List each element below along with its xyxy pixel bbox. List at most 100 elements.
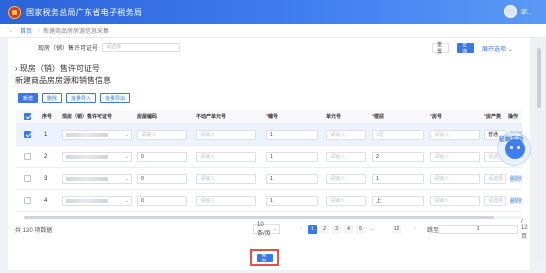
building-input[interactable]: 1 xyxy=(266,173,318,184)
room-input[interactable]: 请输入 xyxy=(430,129,480,140)
unit-input[interactable]: 请输入 xyxy=(326,173,366,184)
house-info-table: 序号 现房（销）售许可证号 房屋编码 不动产单元号 * 幢号 单元号 * 楼层 * 房… xyxy=(16,110,522,212)
house-code-input[interactable]: 0 xyxy=(137,173,187,184)
assistant-eye xyxy=(517,146,520,149)
search-label: 现房（销）售许可证号 xyxy=(38,46,99,52)
type-select[interactable]: 请选择 xyxy=(484,173,506,184)
unit-no-input[interactable]: 请输入 xyxy=(196,195,256,206)
chevron-down-icon: ⌄ xyxy=(124,197,129,204)
chevron-right-icon[interactable]: › xyxy=(15,64,18,73)
table-toolbar: 新增 删除 批量导入 批量导出 xyxy=(18,93,131,103)
license-value-redacted xyxy=(66,154,108,159)
scrollbar-thumb[interactable] xyxy=(537,48,541,108)
expand-options-link[interactable]: 展开选项 ⌄ xyxy=(482,44,513,53)
tax-emblem-logo xyxy=(8,5,21,19)
page-vertical-scrollbar[interactable] xyxy=(537,40,541,260)
reset-button[interactable]: 重置 xyxy=(432,42,449,55)
row-index: 3 xyxy=(44,175,48,182)
unit-input[interactable]: 请输入 xyxy=(326,195,366,206)
delete-button[interactable]: 删除 xyxy=(42,93,63,103)
row-checkbox[interactable] xyxy=(24,131,31,138)
prev-page-icon[interactable]: ‹ xyxy=(300,226,302,232)
chevron-down-icon: ⌄ xyxy=(272,226,277,232)
room-input[interactable]: 请输入 xyxy=(430,195,480,206)
unit-no-input[interactable]: 请输入 xyxy=(196,129,256,140)
table-horizontal-scrollbar[interactable] xyxy=(24,216,522,219)
floor-input[interactable]: 1层 xyxy=(372,129,424,140)
page-1[interactable]: 1 xyxy=(308,224,317,234)
select-all-checkbox[interactable] xyxy=(24,113,31,120)
row-index: 4 xyxy=(44,197,48,204)
row-checkbox[interactable] xyxy=(24,153,31,160)
table-row: 2 ⌄ 0 请输入 1 请输入 2 请输入 请选择 删除 xyxy=(16,146,522,168)
header-checkbox-cell[interactable] xyxy=(24,110,31,123)
page-ellipsis[interactable]: … xyxy=(368,225,377,234)
unit-no-input[interactable]: 请输入 xyxy=(196,151,256,162)
floor-input[interactable]: 1 xyxy=(372,173,424,184)
building-input[interactable]: 1 xyxy=(266,129,318,140)
page-size-select[interactable]: 10 条/页 ⌄ xyxy=(253,222,280,237)
search-row: 现房（销）售许可证号 请选择 xyxy=(38,43,181,52)
license-value-redacted xyxy=(66,176,108,181)
house-code-input[interactable]: 0 xyxy=(137,151,187,162)
user-menu[interactable]: 邵... xyxy=(503,5,532,18)
license-value-redacted xyxy=(66,132,108,137)
back-arrow-icon[interactable]: ← xyxy=(8,28,14,34)
table-row: 4 ⌄ 0 请输入 1 请输入 上 请输入 请选择 删除 xyxy=(16,190,522,212)
table-row: 3 ⌄ 0 请输入 1 请输入 1 请输入 请选择 删除 xyxy=(16,168,522,190)
row-delete-link[interactable]: 删除 xyxy=(510,168,522,189)
floor-input[interactable]: 上 xyxy=(372,195,424,206)
unit-input[interactable]: 请输入 xyxy=(326,151,366,162)
batch-export-button[interactable]: 批量导出 xyxy=(100,93,131,103)
next-page-icon[interactable]: › xyxy=(414,226,416,232)
add-button[interactable]: 新增 xyxy=(18,93,39,103)
jump-page-input[interactable]: 1 xyxy=(438,224,518,234)
building-input[interactable]: 1 xyxy=(266,195,318,206)
license-select[interactable]: 请选择 xyxy=(102,43,181,52)
col-house-code: 房屋编码 xyxy=(137,114,158,120)
row-checkbox[interactable] xyxy=(24,197,31,204)
row-delete-link[interactable]: 删除 xyxy=(510,190,522,211)
assistant-face xyxy=(505,139,525,159)
col-unit: 单元号 xyxy=(326,114,342,120)
total-pages: / 12 页 xyxy=(521,218,528,240)
avatar[interactable] xyxy=(503,5,517,18)
unit-input[interactable]: 请输入 xyxy=(326,129,366,140)
col-floor: * 楼层 xyxy=(372,113,384,121)
license-select[interactable]: ⌄ xyxy=(62,173,132,184)
type-select[interactable]: 请选择 xyxy=(484,195,506,206)
row-checkbox[interactable] xyxy=(24,175,31,182)
building-input[interactable]: 1 xyxy=(266,151,318,162)
house-code-input[interactable]: 请输入 xyxy=(137,129,187,140)
col-license: 现房（销）售许可证号 xyxy=(62,114,113,120)
page-5[interactable]: 5 xyxy=(356,224,365,234)
assistant-float-icon[interactable]: 征纳互动 xyxy=(497,132,531,166)
col-building: * 幢号 xyxy=(266,113,278,121)
col-type: * 房产类 xyxy=(484,113,501,121)
col-op: 操作 xyxy=(508,114,519,120)
col-index: 序号 xyxy=(42,114,53,120)
house-code-input[interactable]: 0 xyxy=(137,195,187,206)
submit-highlight: 提交 xyxy=(250,249,279,266)
scrollbar-thumb[interactable] xyxy=(24,216,494,219)
license-select[interactable]: ⌄ xyxy=(62,151,132,162)
col-unit-no: 不动产单元号 xyxy=(196,114,227,120)
table-row: 1 ⌄ 请输入 请输入 1 请输入 1层 请输入 普通 删除 xyxy=(16,124,522,146)
page-3[interactable]: 3 xyxy=(332,224,341,234)
license-select[interactable]: ⌄ xyxy=(62,195,132,206)
room-input[interactable]: 请输入 xyxy=(430,173,480,184)
unit-no-input[interactable]: 请输入 xyxy=(196,173,256,184)
license-select[interactable]: ⌄ xyxy=(62,129,132,140)
search-button[interactable]: 查询 xyxy=(457,42,474,55)
room-input[interactable]: 请输入 xyxy=(430,151,480,162)
license-section-title[interactable]: › 现房（销）售许可证号 xyxy=(15,63,100,74)
submit-button[interactable]: 提交 xyxy=(256,252,273,265)
breadcrumb-home[interactable]: 首页 xyxy=(20,26,32,35)
page-12[interactable]: 12 xyxy=(392,224,401,234)
user-name[interactable]: 邵... xyxy=(521,7,532,16)
col-room: * 房号 xyxy=(430,113,442,121)
page-2[interactable]: 2 xyxy=(320,224,329,234)
floor-input[interactable]: 2 xyxy=(372,151,424,162)
page-4[interactable]: 4 xyxy=(344,224,353,234)
batch-import-button[interactable]: 批量导入 xyxy=(66,93,97,103)
